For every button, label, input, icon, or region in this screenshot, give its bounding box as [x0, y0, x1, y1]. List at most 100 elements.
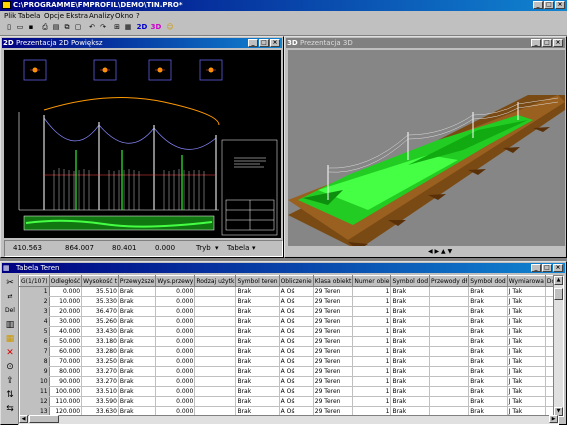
table-cell[interactable]: Brak: [390, 386, 430, 397]
scroll-up-icon[interactable]: ▲: [554, 276, 563, 285]
copy-icon[interactable]: ⧉: [62, 23, 72, 33]
table-cell[interactable]: 29 Teren: [313, 376, 354, 387]
table-cell[interactable]: [194, 356, 237, 367]
view-3d-canvas[interactable]: ◀ ▶ ▲ ▼: [288, 50, 565, 254]
window-3d-minimize[interactable]: _: [531, 39, 541, 47]
table-cell[interactable]: A Oś: [279, 356, 314, 367]
table-cell[interactable]: 29 Teren: [313, 286, 354, 297]
table-cell[interactable]: J Tak: [507, 346, 546, 357]
smiley-icon[interactable]: ☺: [165, 23, 175, 33]
table-cell[interactable]: Brak: [468, 386, 508, 397]
table-cell[interactable]: Brak: [118, 386, 157, 397]
col-header[interactable]: Przewody dł: [428, 275, 470, 287]
scroll-left-icon[interactable]: ◀: [19, 415, 28, 423]
table-cell[interactable]: J Tak: [507, 386, 546, 397]
mode-chevron-icon[interactable]: ▾: [215, 244, 219, 252]
table-cell[interactable]: [194, 376, 237, 387]
binoculars-icon[interactable]: ⊙: [3, 361, 17, 373]
col-header[interactable]: Wymiarowa: [506, 275, 546, 287]
table-cell[interactable]: [194, 366, 237, 377]
table-cell[interactable]: 33.590: [81, 396, 119, 407]
table-cell[interactable]: A Oś: [279, 336, 314, 347]
table-row[interactable]: 11 100.000 33.510 Brak 0.000 Brak A Oś 29 Teren…: [19, 386, 558, 397]
table-cell[interactable]: J Tak: [507, 356, 546, 367]
table-cell[interactable]: 1: [352, 326, 392, 337]
table-cell[interactable]: Brak: [390, 286, 430, 297]
table-cell[interactable]: 0.000: [155, 366, 196, 377]
table-cell[interactable]: J Tak: [507, 296, 546, 307]
table-cell[interactable]: Brak: [235, 286, 280, 297]
minimize-button[interactable]: _: [533, 1, 543, 9]
menu-opcje[interactable]: Opcje: [44, 12, 64, 20]
window-3d-close[interactable]: ×: [553, 39, 563, 47]
window-2d-minimize[interactable]: _: [248, 39, 258, 47]
menu-analizy[interactable]: Analizy: [89, 12, 114, 20]
table-cell[interactable]: Brak: [390, 306, 430, 317]
scroll-right-icon[interactable]: ▶: [549, 415, 558, 423]
table-cell[interactable]: 29 Teren: [313, 346, 354, 357]
table-row[interactable]: 9 80.000 33.270 Brak 0.000 Brak A Oś 29 Teren 1 B…: [19, 366, 558, 377]
table-cell[interactable]: Brak: [390, 296, 430, 307]
table-cell[interactable]: Brak: [118, 356, 157, 367]
table-cell[interactable]: 0.000: [155, 286, 196, 297]
table-cell[interactable]: J Tak: [507, 286, 546, 297]
col-header[interactable]: Obliczenie: [278, 275, 314, 287]
table-cell[interactable]: Brak: [118, 376, 157, 387]
table-cell[interactable]: 35.260: [81, 316, 119, 327]
table-cell[interactable]: Brak: [118, 396, 157, 407]
table-cell[interactable]: 33.630: [81, 406, 119, 415]
table-cell[interactable]: [429, 396, 470, 407]
table-row[interactable]: 4 30.000 35.260 Brak 0.000 Brak A Oś 29 Teren 1 B…: [19, 316, 558, 327]
table-cell[interactable]: Brak: [118, 406, 157, 415]
insert-row-icon[interactable]: ⇄: [3, 291, 17, 303]
table-cell[interactable]: 29 Teren: [313, 326, 354, 337]
table-cell[interactable]: Brak: [118, 286, 157, 297]
table-cell[interactable]: 0.000: [155, 306, 196, 317]
table-cell[interactable]: A Oś: [279, 326, 314, 337]
col-header[interactable]: Wys.przewy: [155, 275, 196, 287]
table-cell[interactable]: A Oś: [279, 296, 314, 307]
table-cell[interactable]: [194, 406, 237, 415]
cut-icon[interactable]: ✂: [3, 277, 17, 289]
table-row[interactable]: 3 20.000 36.470 Brak 0.000 Brak A Oś 29 Teren 1 B…: [19, 306, 558, 317]
table-cell[interactable]: A Oś: [279, 366, 314, 377]
row-count-header[interactable]: G(1/107): [19, 275, 50, 287]
window-2d[interactable]: 2D Prezentacja 2D Powiększ _ □ × 410.563…: [0, 36, 284, 258]
table-cell[interactable]: 60.000: [49, 346, 83, 357]
table-cell[interactable]: [429, 366, 470, 377]
table-chevron-icon[interactable]: ▾: [252, 244, 256, 252]
table-cell[interactable]: Brak: [235, 336, 280, 347]
table-cell[interactable]: 1: [352, 296, 392, 307]
table-cell[interactable]: 50.000: [49, 336, 83, 347]
table-cell[interactable]: Brak: [390, 356, 430, 367]
table-cell[interactable]: 1: [352, 286, 392, 297]
window-3d-titlebar[interactable]: 3D Prezentacja 3D _ □ ×: [286, 38, 565, 48]
table-cell[interactable]: 33.430: [81, 326, 119, 337]
table-cell[interactable]: [194, 296, 237, 307]
col-header[interactable]: Wysokość t: [81, 275, 119, 287]
table-cell[interactable]: 29 Teren: [313, 296, 354, 307]
table-cell[interactable]: 0.000: [155, 346, 196, 357]
window-table-close[interactable]: ×: [553, 264, 563, 272]
table-cell[interactable]: 0.000: [155, 336, 196, 347]
window-3d[interactable]: 3D Prezentacja 3D _ □ × ◀ ▶ ▲ ▼: [284, 36, 567, 258]
table-cell[interactable]: 0.000: [155, 326, 196, 337]
table-cell[interactable]: Brak: [468, 326, 508, 337]
table-cell[interactable]: 30.000: [49, 316, 83, 327]
table-cell[interactable]: Brak: [235, 376, 280, 387]
delete-row-icon[interactable]: Del: [3, 305, 17, 317]
table-cell[interactable]: J Tak: [507, 326, 546, 337]
table-cell[interactable]: J Tak: [507, 336, 546, 347]
col-header[interactable]: Symbol dod: [390, 275, 430, 287]
vertical-scrollbar[interactable]: ▲ ▼: [553, 275, 564, 417]
table-cell[interactable]: 1: [352, 346, 392, 357]
table-cell[interactable]: Brak: [118, 346, 157, 357]
table-cell[interactable]: [194, 286, 237, 297]
table-cell[interactable]: 29 Teren: [313, 396, 354, 407]
close-button[interactable]: ×: [555, 1, 565, 9]
table-cell[interactable]: J Tak: [507, 366, 546, 377]
table-cell[interactable]: Brak: [390, 396, 430, 407]
table-icon[interactable]: ⊞: [112, 23, 122, 33]
table-cell[interactable]: 100.000: [49, 386, 83, 397]
table-cell[interactable]: Brak: [468, 376, 508, 387]
